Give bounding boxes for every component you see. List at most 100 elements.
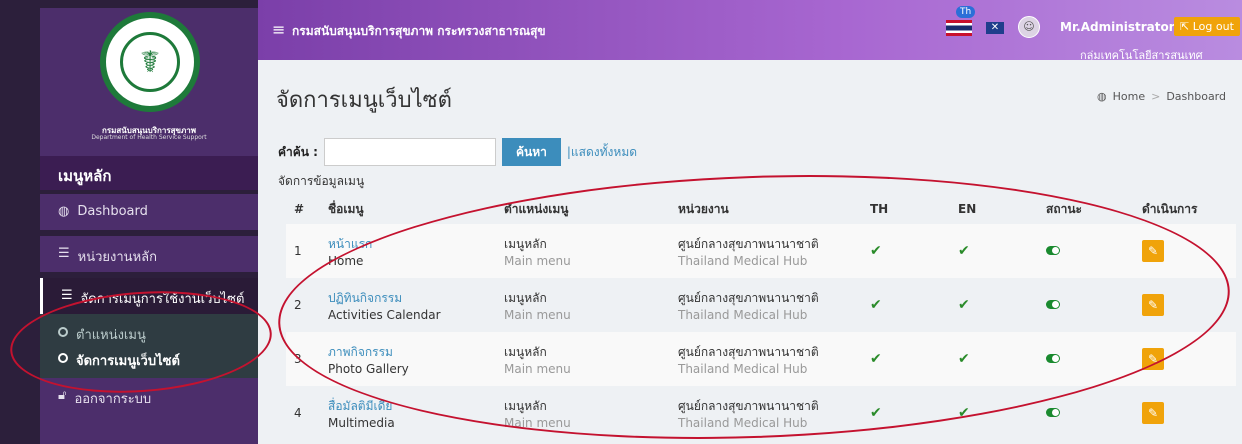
logo-subtitle: Department of Health Service Support	[91, 134, 207, 141]
sidebar-item-label: Dashboard	[77, 204, 148, 219]
caduceus-icon: ☤	[120, 32, 180, 92]
thai-flag-icon[interactable]	[946, 20, 972, 36]
check-icon: ✔	[958, 297, 970, 313]
logout-icon: ⇱	[1180, 20, 1190, 33]
search-input[interactable]	[323, 138, 496, 166]
hamburger-icon[interactable]: ≡	[272, 20, 285, 39]
circle-icon	[58, 353, 68, 363]
position-en: Main menu	[504, 415, 571, 430]
col-menu-name: ชื่อเมนู	[328, 201, 364, 216]
action-cell: ✎	[1134, 386, 1236, 440]
menu-name-link[interactable]: หน้าแรก	[328, 235, 488, 254]
logout-button[interactable]: ⇱ Log out	[1174, 17, 1240, 36]
row-number: 3	[294, 352, 302, 366]
action-cell: ✎	[1134, 278, 1236, 332]
table-header-row: # ชื่อเมนู ตำแหน่งเมนู หน่วยงาน TH EN สถ…	[286, 194, 1236, 224]
unit-en: Thailand Medical Hub	[678, 253, 808, 268]
search-row: คำค้น : ค้นหา |แสดงทั้งหมด	[278, 138, 637, 166]
menu-name-en: Activities Calendar	[328, 307, 441, 322]
menu-name-link[interactable]: ปฏิทินกิจกรรม	[328, 289, 488, 308]
check-icon: ✔	[958, 243, 970, 259]
breadcrumb-separator: >	[1151, 90, 1161, 103]
th-cell: ✔	[862, 332, 950, 386]
subitem-label: ตำแหน่งเมนู	[76, 328, 146, 343]
sidebar: ☤ กรมสนับสนุนบริการสุขภาพ Department of …	[0, 0, 258, 444]
search-button[interactable]: ค้นหา	[501, 138, 561, 166]
show-all-link[interactable]: |แสดงทั้งหมด	[567, 143, 637, 162]
uk-flag-icon[interactable]: ✕	[986, 22, 1004, 34]
table-row: 2 ปฏิทินกิจกรรม Activities Calendar เมนูห…	[286, 278, 1236, 332]
edit-button[interactable]: ✎	[1142, 294, 1164, 316]
logout-label: ออกจากระบบ	[74, 392, 152, 407]
sidebar-item-main-units[interactable]: ☰ หน่วยงานหลัก	[40, 236, 258, 272]
subitem-menu-position[interactable]: ตำแหน่งเมนู	[58, 324, 146, 345]
th-cell: ✔	[862, 224, 950, 278]
logo-block: ☤ กรมสนับสนุนบริการสุขภาพ Department of …	[40, 8, 258, 156]
submenu: ตำแหน่งเมนู จัดการเมนูเว็บไซต์	[40, 314, 258, 378]
subitem-label: จัดการเมนูเว็บไซต์	[76, 354, 180, 369]
breadcrumb-dashboard[interactable]: Dashboard	[1166, 90, 1226, 103]
logout-button-label: Log out	[1192, 20, 1234, 33]
col-number: #	[294, 202, 305, 216]
en-cell: ✔	[950, 332, 1038, 386]
position-en: Main menu	[504, 253, 571, 268]
position-en: Main menu	[504, 361, 571, 376]
status-toggle[interactable]	[1046, 300, 1060, 309]
sidebar-item-website-menu[interactable]: ☰ จัดการเมนูการใช้งานเว็บไซต์	[40, 278, 258, 314]
avatar[interactable]: ☺	[1018, 16, 1040, 38]
status-cell	[1038, 224, 1134, 278]
sidebar-item-label: จัดการเมนูการใช้งานเว็บไซต์	[80, 292, 245, 307]
menu-name-cell: หน้าแรก Home	[320, 224, 496, 278]
check-icon: ✔	[870, 297, 882, 313]
unit-en: Thailand Medical Hub	[678, 307, 808, 322]
status-cell	[1038, 386, 1134, 440]
row-number: 1	[294, 244, 302, 258]
page-title: จัดการเมนูเว็บไซต์	[276, 88, 452, 113]
en-cell: ✔	[950, 386, 1038, 440]
action-cell: ✎	[1134, 332, 1236, 386]
col-en: EN	[958, 202, 977, 216]
menu-header: เมนูหลัก	[40, 156, 258, 190]
unit-th: ศูนย์กลางสุขภาพนานาชาติ	[678, 290, 819, 305]
unit-th: ศูนย์กลางสุขภาพนานาชาติ	[678, 236, 819, 251]
sidebar-logout[interactable]: 🔓︎ ออกจากระบบ	[40, 378, 258, 444]
menu-name-cell: ปฏิทินกิจกรรม Activities Calendar	[320, 278, 496, 332]
circle-icon	[58, 327, 68, 337]
check-icon: ✔	[870, 351, 882, 367]
check-icon: ✔	[870, 243, 882, 259]
unit-cell: ศูนย์กลางสุขภาพนานาชาติ Thailand Medical …	[670, 386, 862, 440]
edit-button[interactable]: ✎	[1142, 348, 1164, 370]
edit-button[interactable]: ✎	[1142, 402, 1164, 424]
unit-en: Thailand Medical Hub	[678, 415, 808, 430]
main-content: จัดการเมนูเว็บไซต์ ◍ Home > Dashboard คำ…	[258, 60, 1242, 444]
position-cell: เมนูหลัก Main menu	[496, 332, 670, 386]
status-cell	[1038, 278, 1134, 332]
col-menu-position: ตำแหน่งเมนู	[504, 201, 569, 216]
sidebar-item-dashboard[interactable]: ◍ Dashboard	[40, 194, 258, 230]
menu-name-link[interactable]: ภาพกิจกรรม	[328, 343, 488, 362]
menu-name-link[interactable]: สื่อมัลติมีเดีย	[328, 397, 488, 416]
status-toggle[interactable]	[1046, 408, 1060, 417]
position-cell: เมนูหลัก Main menu	[496, 278, 670, 332]
status-cell	[1038, 332, 1134, 386]
status-toggle[interactable]	[1046, 246, 1060, 255]
row-number: 2	[294, 298, 302, 312]
position-th: เมนูหลัก	[504, 290, 547, 305]
breadcrumb-home[interactable]: Home	[1113, 90, 1145, 103]
status-toggle[interactable]	[1046, 354, 1060, 363]
unit-cell: ศูนย์กลางสุขภาพนานาชาติ Thailand Medical …	[670, 224, 862, 278]
edit-button[interactable]: ✎	[1142, 240, 1164, 262]
menu-table: # ชื่อเมนู ตำแหน่งเมนู หน่วยงาน TH EN สถ…	[286, 194, 1236, 440]
th-cell: ✔	[862, 386, 950, 440]
position-cell: เมนูหลัก Main menu	[496, 386, 670, 440]
th-cell: ✔	[862, 278, 950, 332]
row-number: 4	[294, 406, 302, 420]
table-caption: จัดการข้อมูลเมนู	[278, 174, 365, 188]
search-label: คำค้น :	[278, 144, 318, 159]
position-cell: เมนูหลัก Main menu	[496, 224, 670, 278]
table-row: 4 สื่อมัลติมีเดีย Multimedia เมนูหลัก Main…	[286, 386, 1236, 440]
menu-name-en: Multimedia	[328, 415, 395, 430]
action-cell: ✎	[1134, 224, 1236, 278]
subitem-website-menu[interactable]: จัดการเมนูเว็บไซต์	[58, 350, 180, 371]
list-icon: ☰	[61, 288, 73, 303]
